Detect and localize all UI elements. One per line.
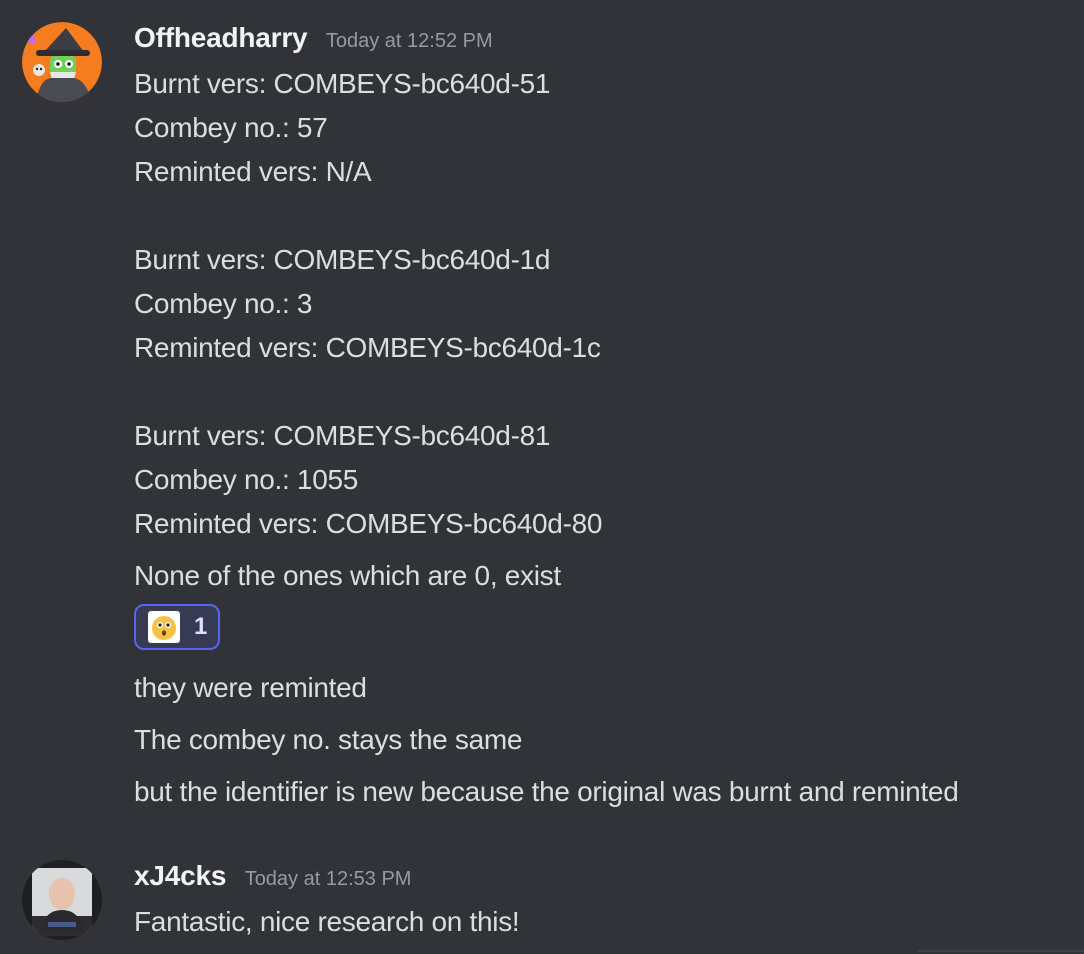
username[interactable]: Offheadharry (134, 22, 308, 53)
message-line: The combey no. stays the same (134, 724, 523, 755)
wizard-avatar-icon (22, 22, 102, 102)
message-line: Combey no.: 3 (134, 288, 313, 319)
user-avatar-offheadharry[interactable] (22, 22, 102, 102)
message-line: Burnt vers: COMBEYS-bc640d-51 (134, 68, 551, 99)
message-line: None of the ones which are 0, exist (134, 560, 561, 591)
message-line: Reminted vers: N/A (134, 156, 372, 187)
message-line: Burnt vers: COMBEYS-bc640d-1d (134, 244, 551, 275)
user-avatar-xj4cks[interactable] (22, 860, 102, 940)
message-line: they were reminted (134, 672, 367, 703)
message-line: Combey no.: 57 (134, 112, 328, 143)
divider (918, 950, 1084, 952)
surprised-face-emoji-icon (148, 611, 180, 643)
photo-avatar-icon (22, 860, 102, 940)
message-line: Fantastic, nice research on this! (134, 906, 520, 937)
username[interactable]: xJ4cks (134, 860, 226, 891)
timestamp: Today at 12:52 PM (325, 30, 493, 52)
message-line: Combey no.: 1055 (134, 464, 359, 495)
message-line: Burnt vers: COMBEYS-bc640d-81 (134, 420, 551, 451)
message-header: xJ4cks Today at 12:53 PM (134, 860, 411, 892)
message-line: Reminted vers: COMBEYS-bc640d-1c (134, 332, 601, 363)
timestamp: Today at 12:53 PM (244, 868, 412, 890)
message-line: but the identifier is new because the or… (134, 776, 959, 807)
message-line: Reminted vers: COMBEYS-bc640d-80 (134, 508, 603, 539)
reaction-count: 1 (194, 613, 208, 640)
message-header: Offheadharry Today at 12:52 PM (134, 22, 493, 54)
reaction-button[interactable]: 1 (134, 604, 220, 650)
